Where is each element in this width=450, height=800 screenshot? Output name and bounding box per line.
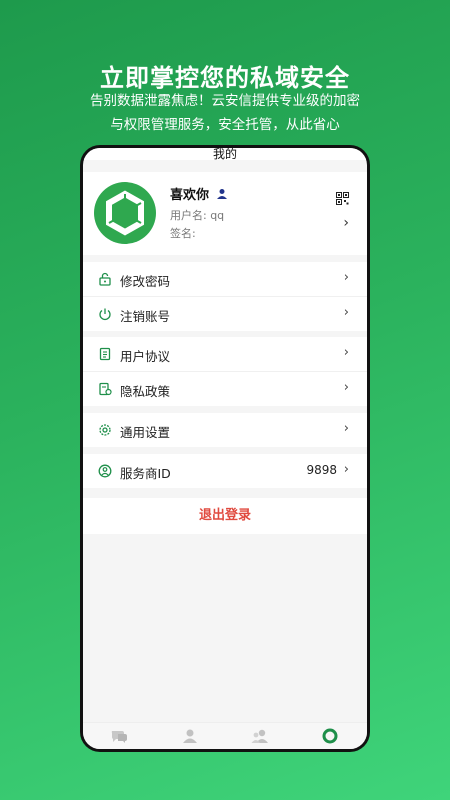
profile-name-row: 喜欢你 <box>170 184 228 203</box>
chevron-right-icon: › <box>343 345 349 360</box>
profile-username: 用户名: qq <box>170 209 225 222</box>
menu-item-label: 隐私政策 <box>120 384 171 399</box>
profile-name: 喜欢你 <box>170 188 210 203</box>
group-icon[interactable] <box>251 728 269 744</box>
menu-group-settings: 通用设置 › <box>83 413 367 447</box>
menu-group-legal: 用户协议 › 隐私政策 › <box>83 337 367 406</box>
bottom-tab-bar <box>83 722 367 749</box>
menu-group-provider: 服务商ID 9898 › <box>83 454 367 488</box>
qr-code-icon[interactable] <box>336 192 349 205</box>
chevron-right-icon: › <box>343 380 349 395</box>
logout-button[interactable]: 退出登录 <box>83 498 367 534</box>
menu-item-change-password[interactable]: 修改密码 › <box>83 262 367 297</box>
chevron-right-icon: › <box>343 270 349 285</box>
menu-group-security: 修改密码 › 注销账号 › <box>83 262 367 331</box>
privacy-document-icon <box>99 382 112 396</box>
menu-item-user-agreement[interactable]: 用户协议 › <box>83 337 367 372</box>
chevron-right-icon: › <box>343 462 349 477</box>
person-icon[interactable] <box>181 728 199 744</box>
app-screen: 我的 喜欢你 用户名: qq 签名: › 修改密码 › 注销账号 › 用户协议 … <box>83 148 367 749</box>
document-icon <box>99 347 111 361</box>
chevron-right-icon: › <box>343 215 349 231</box>
page-title: 我的 <box>83 148 367 160</box>
menu-item-provider-id[interactable]: 服务商ID 9898 › <box>83 454 367 488</box>
menu-item-label: 注销账号 <box>120 309 171 324</box>
promo-headline: 立即掌控您的私域安全 <box>100 64 350 92</box>
menu-item-general-settings[interactable]: 通用设置 › <box>83 413 367 447</box>
vip-user-icon <box>216 189 227 199</box>
user-circle-icon <box>98 464 112 478</box>
profile-card[interactable]: 喜欢你 用户名: qq 签名: › <box>83 172 367 255</box>
gear-icon <box>99 424 111 436</box>
menu-item-privacy-policy[interactable]: 隐私政策 › <box>83 372 367 406</box>
phone-frame: 我的 喜欢你 用户名: qq 签名: › 修改密码 › 注销账号 › 用户协议 … <box>80 145 370 752</box>
power-icon <box>99 308 111 321</box>
menu-item-delete-account[interactable]: 注销账号 › <box>83 297 367 331</box>
provider-id-value: 9898 <box>306 463 337 477</box>
me-ring-icon[interactable] <box>321 728 339 744</box>
menu-item-label: 通用设置 <box>120 425 171 440</box>
chevron-right-icon: › <box>343 421 349 436</box>
chat-icon[interactable] <box>110 728 128 744</box>
profile-signature: 签名: <box>170 227 196 240</box>
menu-item-label: 修改密码 <box>120 274 171 289</box>
app-logo-icon <box>106 190 144 236</box>
lock-icon <box>99 272 111 286</box>
promo-subline-2: 与权限管理服务，安全托管，从此省心 <box>110 117 340 133</box>
promo-subline-1: 告别数据泄露焦虑！云安信提供专业级的加密 <box>90 93 360 109</box>
menu-item-label: 用户协议 <box>120 349 171 364</box>
menu-item-label: 服务商ID <box>120 466 171 481</box>
avatar[interactable] <box>94 182 156 244</box>
chevron-right-icon: › <box>343 305 349 320</box>
